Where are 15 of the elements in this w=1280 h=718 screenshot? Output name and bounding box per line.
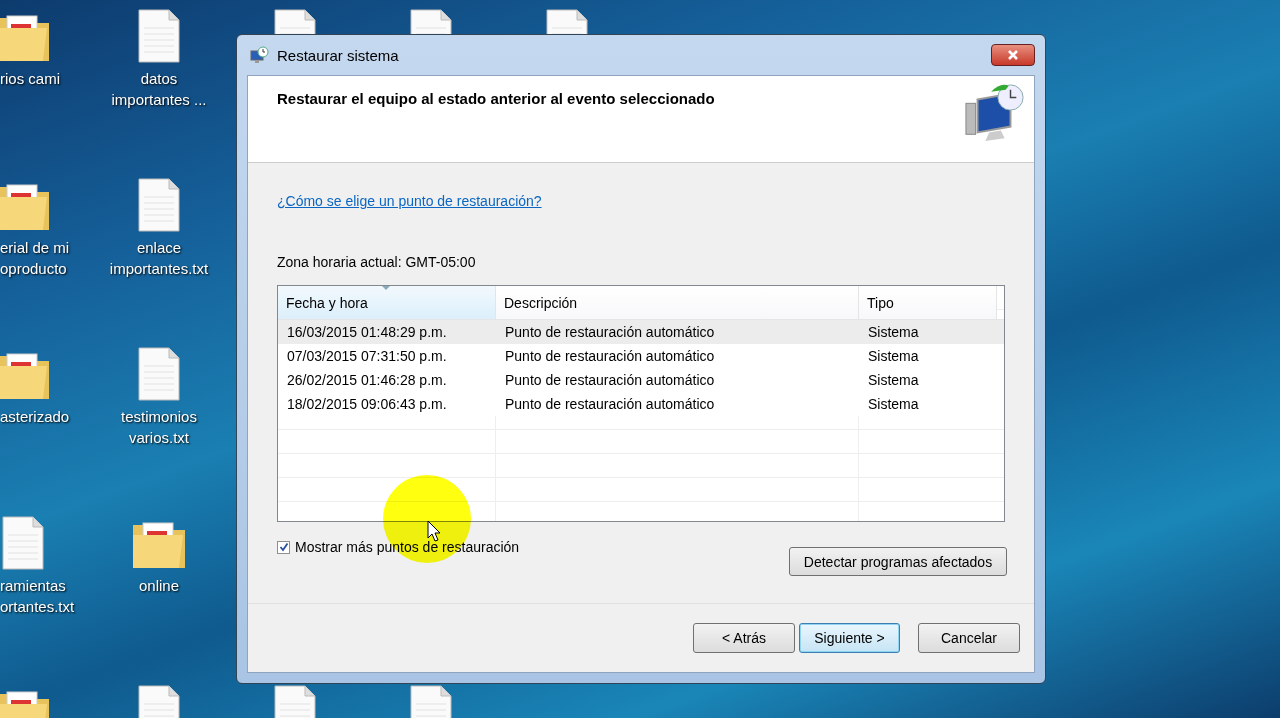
table-cell-text: Sistema — [867, 395, 920, 414]
table-cell-text: 26/02/2015 01:46:28 p.m. — [286, 371, 448, 390]
table-cell-text: Sistema — [867, 323, 920, 342]
table-cell-text: Punto de restauración automático — [504, 323, 716, 342]
window-title: Restaurar sistema — [277, 46, 399, 64]
table-cell-text: 16/03/2015 01:48:29 p.m. — [286, 323, 448, 342]
table-cell-text: Sistema — [867, 371, 920, 390]
table-cell-text: Punto de restauración automático — [504, 371, 716, 390]
table-cell-text: Sistema — [867, 347, 920, 366]
table-cell-text: Punto de restauración automático — [504, 347, 716, 366]
time-zone-label: Zona horaria actual: GMT-05:00 — [277, 254, 476, 270]
table-cell-text: Punto de restauración automático — [504, 395, 716, 414]
table-cell-text: 07/03/2015 07:31:50 p.m. — [286, 347, 448, 366]
wizard-heading: Restaurar el equipo al estado anterior al evento seleccionado — [277, 90, 715, 109]
table-cell-text: 18/02/2015 09:06:43 p.m. — [286, 395, 448, 414]
